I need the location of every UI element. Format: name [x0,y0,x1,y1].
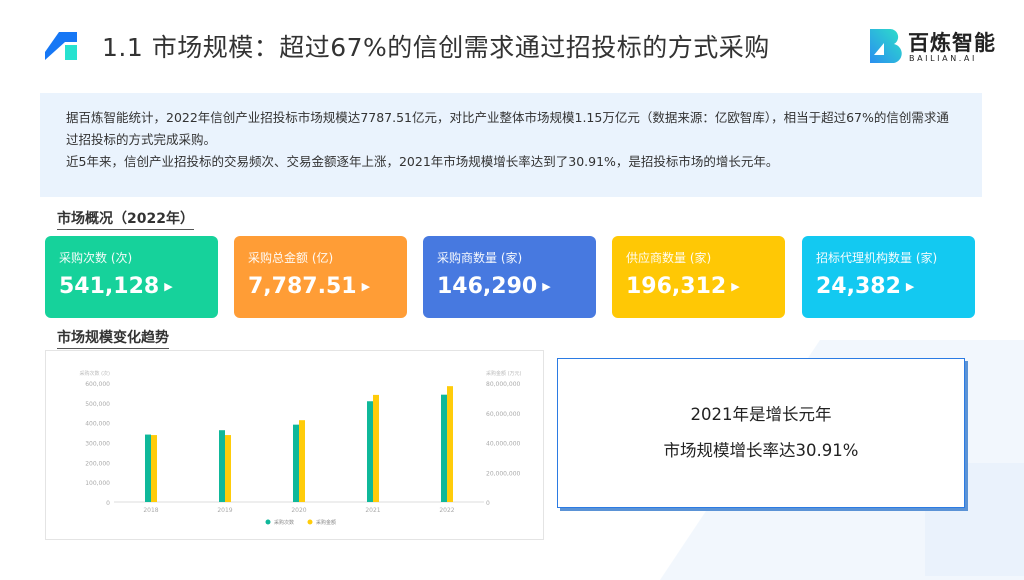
x-tick-label: 2018 [143,507,158,514]
caret-right-icon: ▶ [164,280,173,293]
bar-amount [447,386,453,502]
legend-label: 采购次数 [274,519,294,526]
y-right-tick: 20,000,000 [486,470,521,477]
bailian-logo-icon [870,29,902,63]
overview-heading: 市场概况（2022年） [57,208,194,230]
legend-marker [265,519,271,525]
legend-marker [307,519,313,525]
stat-label: 招标代理机构数量 (家) [816,251,938,265]
brand-subtitle: BAILIAN.AI [909,54,977,63]
bar-count [367,401,373,502]
callout-line: 市场规模增长率达30.91% [663,441,859,460]
y-right-tick: 60,000,000 [486,411,521,418]
trend-chart: 0 100,000 200,000 300,000 400,000 500,000 600,… [45,350,544,540]
y-left-tick: 0 [106,500,110,507]
summary-paragraph: 近5年来，信创产业招投标的交易频次、交易金额逐年上涨，2021年市场规模增长率达… [66,154,779,169]
stat-card[interactable]: 供应商数量 (家) 196,312 ▶ [612,236,785,318]
stat-label: 采购商数量 (家) [437,251,523,265]
bar-amount [151,435,157,502]
bar-amount [225,435,231,502]
page-title: 1.1 市场规模：超过67%的信创需求通过招投标的方式采购 [102,33,770,62]
y-left-label: 采购次数 (次) [80,370,111,377]
y-right-tick: 40,000,000 [486,441,521,448]
growth-callout: 2021年是增长元年 市场规模增长率达30.91% [557,358,965,508]
y-right-tick: 80,000,000 [486,381,521,388]
trend-heading: 市场规模变化趋势 [57,327,169,349]
caret-right-icon: ▶ [731,280,740,293]
stat-card[interactable]: 采购总金额 (亿) 7,787.51 ▶ [234,236,407,318]
stat-label: 供应商数量 (家) [626,251,712,265]
stat-value: 146,290 [437,274,538,299]
bar-count [219,430,225,502]
y-left-tick: 500,000 [85,401,110,408]
brand-logo: 百炼智能 BAILIAN.AI [870,27,1020,67]
stat-card[interactable]: 采购次数 (次) 541,128 ▶ [45,236,218,318]
y-left-tick: 300,000 [85,441,110,448]
stat-value: 24,382 [816,274,901,299]
callout-line: 2021年是增长元年 [690,405,832,424]
caret-right-icon: ▶ [905,280,915,293]
bar-amount [299,420,305,502]
stat-value: 541,128 [59,274,160,299]
x-tick-label: 2019 [217,507,232,514]
x-tick-label: 2021 [365,507,380,514]
legend-label: 采购金额 [316,519,336,526]
y-left-tick: 600,000 [85,381,110,388]
brand-name: 百炼智能 [908,31,996,55]
caret-right-icon: ▶ [542,280,551,293]
bar-count [441,394,447,502]
trend-chart-svg: 0 100,000 200,000 300,000 400,000 500,000 600,… [80,370,522,526]
stat-card[interactable]: 采购商数量 (家) 146,290 ▶ [423,236,596,318]
y-right-label: 采购金额 (万元) [486,370,522,377]
bar-amount [373,394,379,502]
y-left-tick: 400,000 [85,421,110,428]
y-right-tick: 0 [486,500,490,507]
caret-right-icon: ▶ [361,280,371,293]
stat-label: 采购总金额 (亿) [248,251,334,265]
stat-label: 采购次数 (次) [59,251,133,265]
stat-card[interactable]: 招标代理机构数量 (家) 24,382 ▶ [802,236,975,318]
section-logo-icon [45,32,77,60]
stat-value: 196,312 [626,274,727,299]
summary-box: 据百炼智能统计，2022年信创产业招投标市场规模达7787.51亿元，对比产业整… [40,93,982,197]
summary-paragraph: 据百炼智能统计，2022年信创产业招投标市场规模达7787.51亿元，对比产业整… [66,110,949,147]
x-tick-label: 2022 [439,507,454,514]
bar-count [145,434,151,502]
bar-count [293,424,299,502]
y-left-tick: 200,000 [85,460,110,467]
y-left-tick: 100,000 [85,480,110,487]
x-tick-label: 2020 [291,507,306,514]
stat-value: 7,787.51 [248,274,357,299]
